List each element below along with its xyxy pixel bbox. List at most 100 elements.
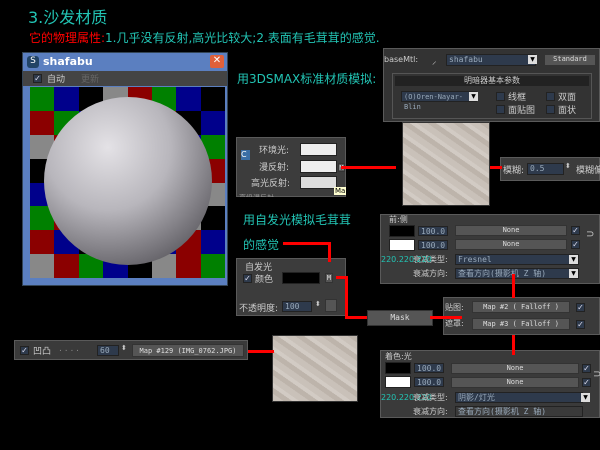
two-sided-checkbox[interactable] [546, 92, 555, 101]
light-map-button[interactable]: None [451, 377, 579, 388]
close-button[interactable]: ✕ [210, 55, 224, 68]
connector-line [248, 350, 274, 353]
update-button[interactable]: 更新 [81, 72, 99, 85]
chevron-down-icon[interactable]: ▼ [569, 255, 578, 264]
connector-line [345, 276, 348, 319]
map-slot-button[interactable]: Map #2 ( Falloff ) [472, 301, 570, 313]
selfillum-color-label: 颜色 [255, 275, 274, 285]
checker-cell [200, 110, 225, 135]
side-amount-input[interactable]: 100.0 [418, 240, 448, 250]
bump-label: 凹凸 [33, 347, 52, 357]
material-name-field[interactable]: shafabu [446, 54, 536, 66]
falloff-panel-front-side: 前:侧 100.0 None ✓ 100.0 None ✓ ⊃ 衰减类型: 22… [380, 214, 600, 284]
rgb-value: 220.220.220 [381, 255, 432, 264]
auto-label: 自动 [47, 75, 66, 85]
diffuse-label: 漫反射: [259, 163, 290, 173]
side-map-checkbox[interactable]: ✓ [571, 240, 580, 249]
shadow-color-swatch[interactable] [385, 362, 411, 374]
connector-line [490, 166, 502, 169]
light-amount-input[interactable]: 100.0 [414, 377, 444, 387]
auto-checkbox[interactable]: ✓ [33, 74, 42, 83]
preview-toolbar: ✓ 自动 更新 [23, 71, 227, 86]
ambient-label: 环境光: [259, 146, 290, 156]
blur-input[interactable]: 0.5 [527, 163, 564, 175]
shadow-amount-input[interactable]: 100.0 [414, 363, 444, 373]
checker-cell [176, 254, 201, 278]
chevron-down-icon[interactable]: ▼ [569, 269, 578, 278]
front-map-checkbox[interactable]: ✓ [571, 226, 580, 235]
spinner-icon[interactable]: ⬍ [121, 344, 127, 352]
swap-icon[interactable]: ⊃ [586, 229, 594, 240]
connector-line [430, 316, 462, 319]
checker-cell [200, 87, 225, 111]
falloff-direction-select[interactable]: 查看方向(摄影机 Z 轴) [455, 268, 579, 279]
lock-icon[interactable]: C [241, 150, 250, 160]
selfillum-color-swatch[interactable] [282, 272, 320, 284]
checker-cell [176, 87, 201, 111]
falloff-direction-select[interactable]: 查看方向(摄影机 Z 轴) [455, 406, 583, 417]
spinner-icon[interactable]: ⬍ [565, 162, 571, 170]
checker-cell [30, 87, 55, 111]
note-selfillum-2: 的感觉 [243, 238, 280, 252]
side-map-button[interactable]: None [455, 239, 567, 250]
falloff-header: 前:侧 [389, 215, 408, 224]
note-selfillum: 用自发光模拟毛茸茸 [243, 213, 352, 227]
connector-line [512, 274, 515, 298]
material-type-button[interactable]: Standard [544, 54, 596, 66]
specular-swatch[interactable] [300, 176, 337, 189]
wire-checkbox[interactable] [496, 92, 505, 101]
rollout-header[interactable]: 明暗器基本参数 [395, 76, 589, 86]
bump-map-button[interactable]: Map #129 (IMG_0762.JPG) [132, 344, 244, 357]
checker-cell [30, 110, 55, 135]
chevron-down-icon[interactable]: ▼ [528, 55, 537, 64]
opacity-map-button[interactable] [325, 299, 337, 312]
facemap-checkbox[interactable] [496, 105, 505, 114]
chevron-down-icon[interactable]: ▼ [581, 393, 590, 402]
window-title: shafabu [43, 55, 93, 68]
mask-checkbox[interactable]: ✓ [576, 320, 585, 329]
shader-select[interactable]: (O)Oren-Nayar-Blin [401, 91, 477, 111]
tooltip: Ma [334, 187, 347, 195]
bump-amount-input[interactable]: 60 [97, 345, 119, 356]
front-amount-input[interactable]: 100.0 [418, 226, 448, 236]
connector-line [283, 242, 331, 245]
falloff-type-select[interactable]: 阴影/灯光 [455, 392, 583, 403]
faceted-checkbox[interactable] [546, 105, 555, 114]
shadow-map-button[interactable]: None [451, 363, 579, 374]
checker-cell [200, 254, 225, 278]
side-color-swatch[interactable] [389, 239, 415, 251]
checker-cell [200, 230, 225, 255]
light-color-swatch[interactable] [385, 376, 411, 388]
shadow-map-checkbox[interactable]: ✓ [582, 364, 591, 373]
basic-color-panel: C 环境光: 漫反射: M 高光反射: Ma 高级漫反射 [236, 137, 347, 197]
bump-checkbox[interactable]: ✓ [20, 346, 29, 355]
diffuse-swatch[interactable] [300, 160, 337, 173]
checker-cell [54, 254, 79, 278]
shader-rollout: 明暗器基本参数 (O)Oren-Nayar-Blin ▼ 线框 面贴图 双面 面… [392, 73, 592, 119]
ambient-swatch[interactable] [300, 143, 337, 156]
opacity-input[interactable]: 100 [282, 301, 312, 312]
front-color-swatch[interactable] [389, 225, 415, 237]
selfillum-map-button[interactable]: M [325, 273, 333, 283]
map-checkbox[interactable]: ✓ [576, 303, 585, 312]
eyedropper-icon[interactable]: ⸝ [432, 54, 437, 67]
swap-icon[interactable]: ⊃ [593, 369, 600, 380]
blur-label: 模糊: [503, 166, 525, 176]
note-standard: 用3DSMAX标准材质模拟: [237, 72, 377, 86]
checker-cell [30, 230, 55, 255]
chevron-down-icon[interactable]: ▼ [469, 92, 478, 101]
spinner-icon[interactable]: ⬍ [315, 300, 321, 308]
selfillum-color-checkbox[interactable]: ✓ [243, 274, 252, 283]
mask-slot-button[interactable]: Map #3 ( Falloff ) [472, 318, 570, 330]
falloff-type-select[interactable]: Fresnel [455, 254, 579, 265]
falloff-panel-shadow-light: 着色:光 100.0 None ✓ 100.0 None ✓ ⊃ 220.220… [380, 350, 600, 418]
opacity-label: 不透明度: [239, 304, 279, 314]
light-map-checkbox[interactable]: ✓ [582, 378, 591, 387]
blur-panel: 模糊: 0.5 ⬍ 模糊偏 [500, 157, 600, 181]
falloff-direction-label: 衰减方向: [413, 269, 448, 278]
subtitle-text: 1.几乎没有反射,高光比较大;2.表面有毛茸茸的感觉. [105, 31, 380, 45]
front-map-button[interactable]: None [455, 225, 567, 236]
facemap-label: 面贴图 [508, 106, 536, 116]
wire-label: 线框 [508, 93, 527, 103]
mask-button[interactable]: Mask [367, 310, 433, 326]
